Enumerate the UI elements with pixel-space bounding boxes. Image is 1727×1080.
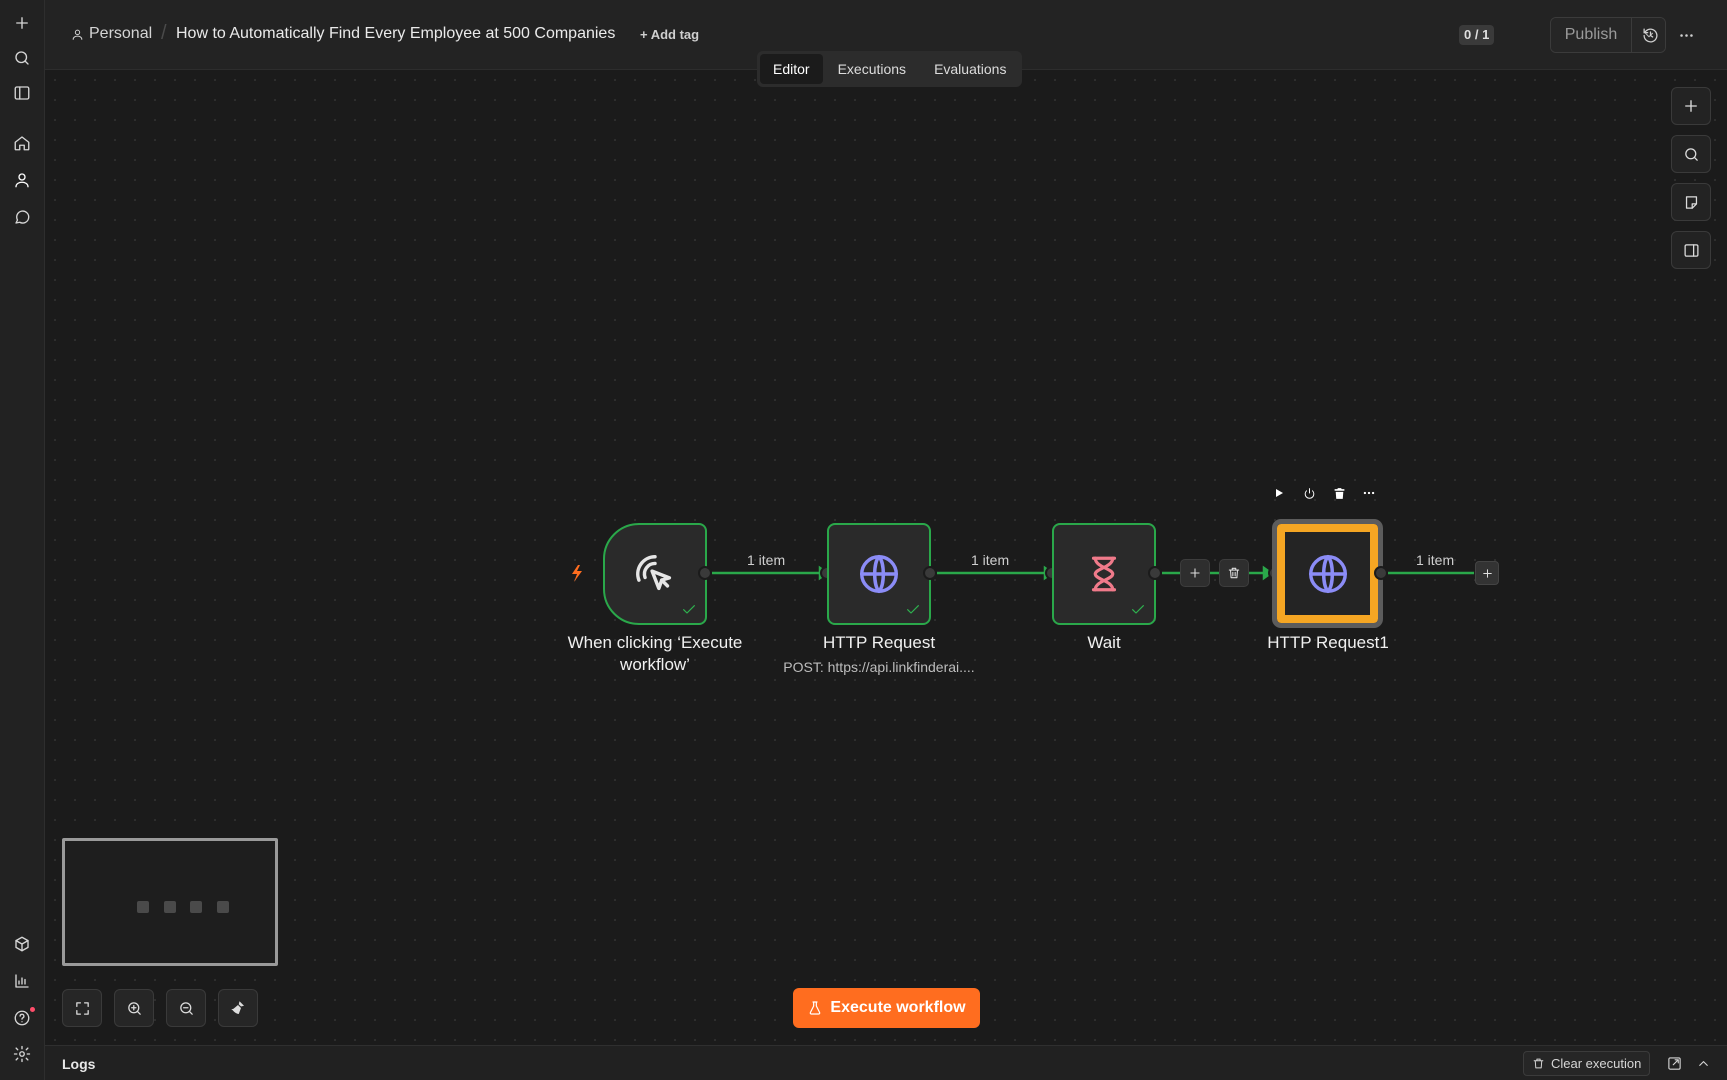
minimap-node	[190, 901, 202, 913]
deactivate-node-button[interactable]	[1300, 484, 1318, 502]
execute-workflow-button[interactable]: Execute workflow	[793, 988, 980, 1028]
globe-icon	[1308, 554, 1347, 593]
node-http-request1[interactable]	[1272, 519, 1383, 628]
minimap-node	[137, 901, 149, 913]
edge-item-count: 1 item	[747, 552, 786, 568]
hourglass-icon	[1091, 556, 1117, 592]
edge-add-node-button[interactable]	[1180, 559, 1210, 587]
trash-icon	[1533, 1058, 1544, 1069]
minimap-node	[164, 901, 176, 913]
success-check-icon	[907, 605, 919, 614]
zoom-in-icon	[127, 1001, 141, 1015]
edge-delete-button[interactable]	[1219, 559, 1249, 587]
globe-icon	[860, 555, 898, 593]
logs-bar[interactable]: Logs Clear execution	[45, 1045, 1727, 1080]
output-handle[interactable]	[698, 566, 712, 580]
edge-item-count: 1 item	[1416, 552, 1455, 568]
node-label: HTTP Request	[822, 633, 936, 652]
node-label: When clicking ‘Execute workflow’	[567, 633, 743, 674]
clear-execution-button[interactable]: Clear execution	[1523, 1051, 1651, 1076]
node-subtitle: POST: https://api.linkfinderai....	[783, 659, 975, 675]
minimap-node	[217, 901, 229, 913]
trash-icon	[1334, 487, 1344, 499]
execute-workflow-label: Execute workflow	[830, 999, 966, 1016]
logs-title: Logs	[62, 1056, 96, 1072]
zoom-out-button[interactable]	[166, 989, 206, 1027]
node-label: Wait	[1087, 633, 1121, 652]
output-handle[interactable]	[1148, 566, 1162, 580]
execute-node-button[interactable]	[1270, 484, 1288, 502]
tidy-up-button[interactable]	[218, 989, 258, 1027]
broom-icon	[231, 1001, 244, 1014]
zoom-out-icon	[179, 1001, 193, 1015]
node-http-request[interactable]	[827, 523, 931, 625]
zoom-in-button[interactable]	[114, 989, 154, 1027]
chevron-up-icon[interactable]	[1694, 1054, 1712, 1072]
flask-icon	[810, 1001, 821, 1015]
trash-icon	[1228, 567, 1240, 579]
node-more-button[interactable]	[1360, 484, 1378, 502]
node-toolbar	[1270, 484, 1378, 502]
node-label: HTTP Request1	[1267, 633, 1389, 652]
success-check-icon	[1132, 605, 1144, 614]
power-icon	[1304, 487, 1314, 499]
edge-item-count: 1 item	[971, 552, 1010, 568]
minimap[interactable]	[62, 838, 278, 966]
output-handle[interactable]	[1374, 566, 1388, 580]
plus-icon	[1190, 568, 1200, 578]
zoom-to-fit-button[interactable]	[62, 989, 102, 1027]
play-icon	[1276, 489, 1283, 497]
pointer-click-icon	[636, 555, 672, 591]
pop-out-logs-icon[interactable]	[1665, 1054, 1683, 1072]
success-check-icon	[683, 605, 695, 614]
node-wait[interactable]	[1052, 523, 1156, 625]
add-next-node-button[interactable]	[1475, 561, 1499, 585]
plus-icon	[1482, 568, 1492, 578]
node-manual-trigger[interactable]	[603, 523, 707, 625]
more-options-icon	[1363, 491, 1375, 495]
fit-view-icon	[75, 1001, 89, 1015]
delete-node-button[interactable]	[1330, 484, 1348, 502]
output-handle[interactable]	[923, 566, 937, 580]
zoom-controls	[62, 989, 258, 1027]
trigger-bolt-icon	[572, 565, 582, 582]
clear-execution-label: Clear execution	[1551, 1056, 1642, 1071]
